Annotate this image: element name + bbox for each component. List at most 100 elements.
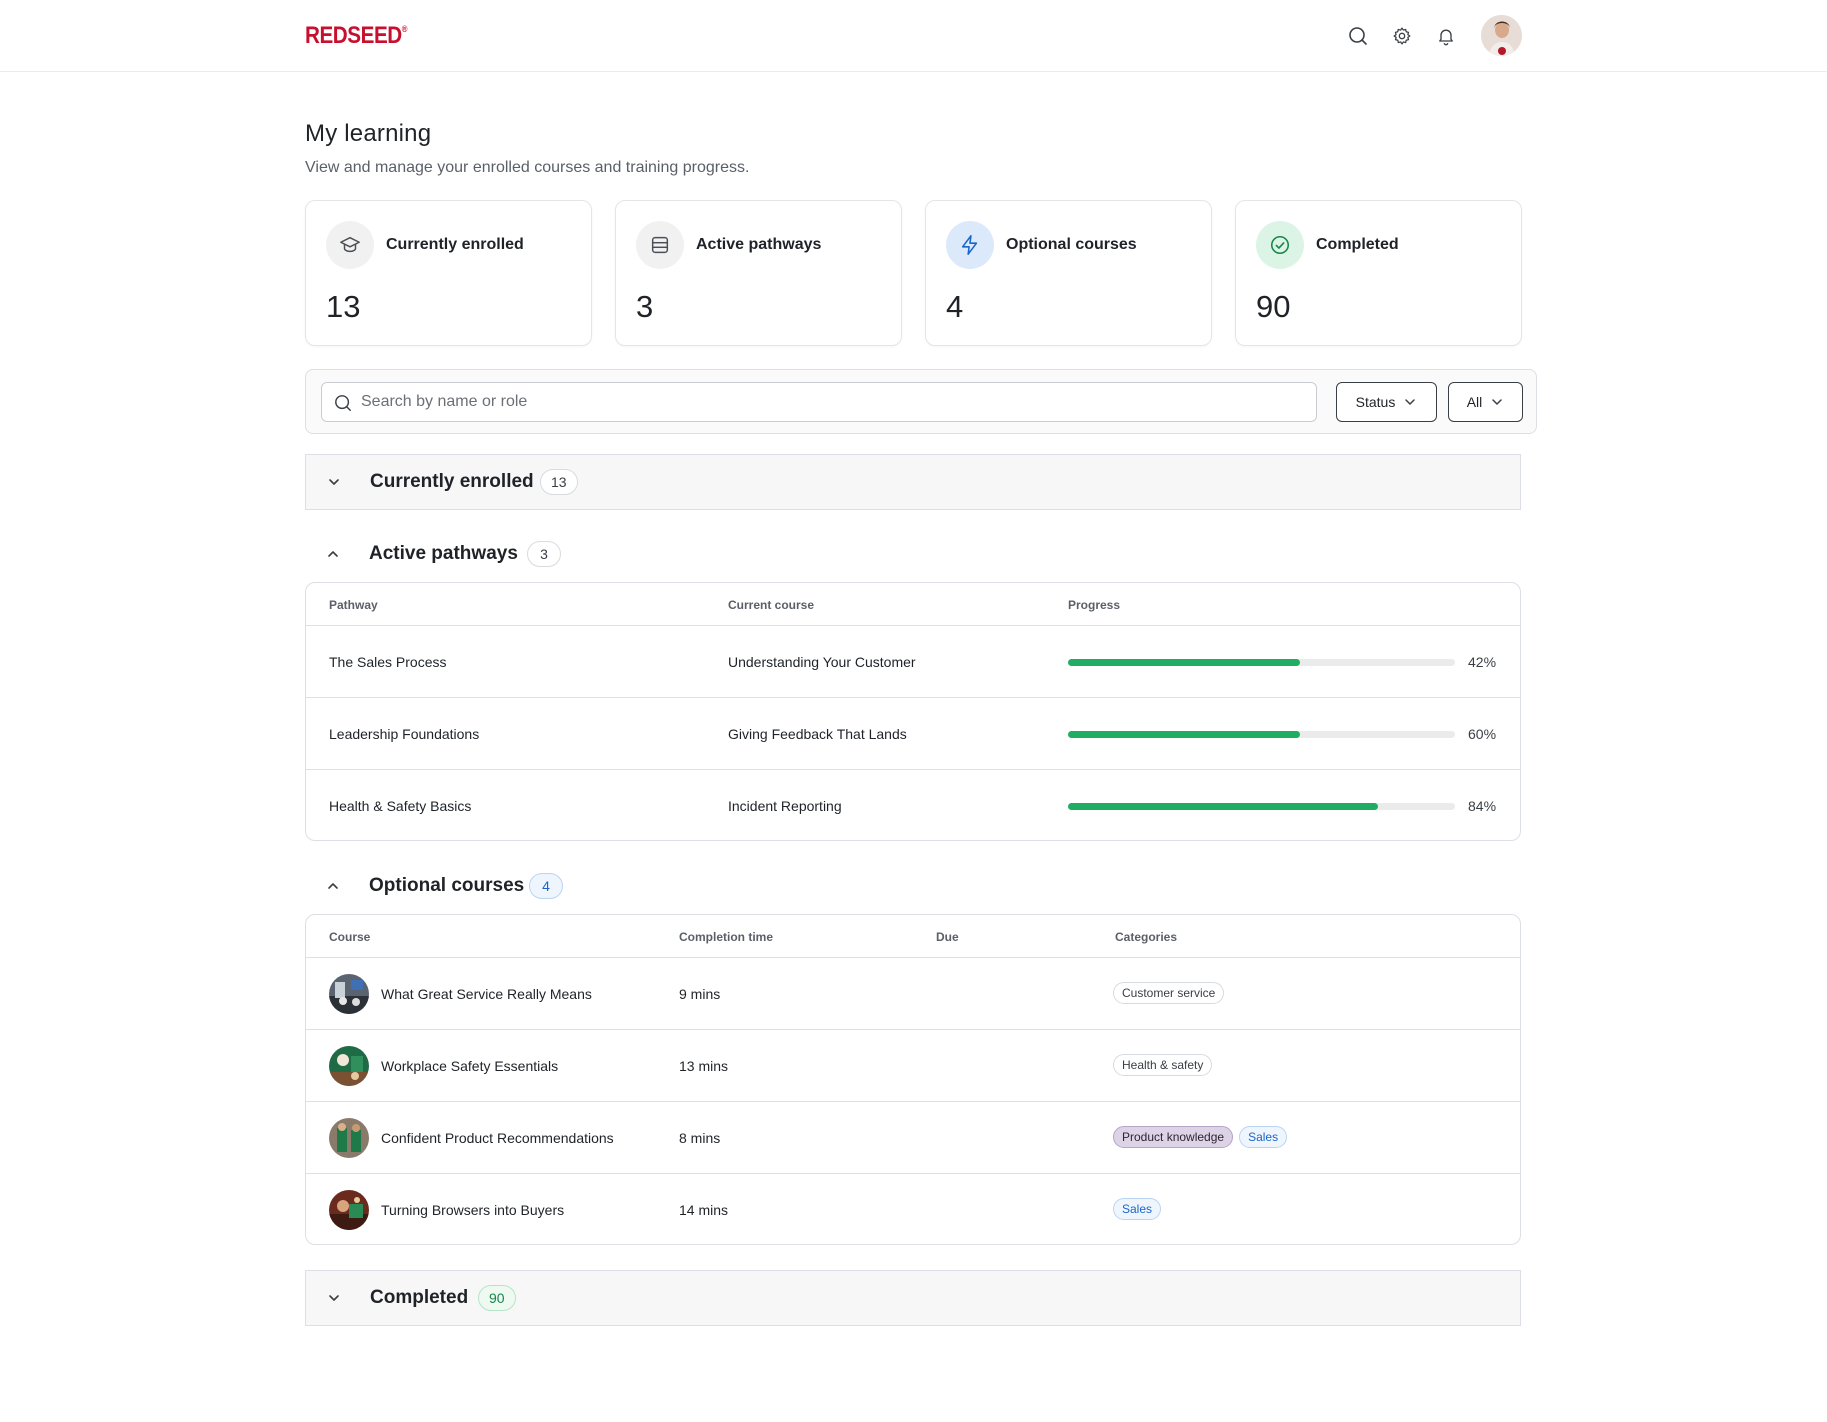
user-avatar[interactable]	[1481, 15, 1522, 56]
pathways-table: Pathway Current course Progress The Sale…	[305, 582, 1521, 841]
stat-card-currently-enrolled: Currently enrolled 13	[305, 200, 592, 346]
table-row[interactable]: Leadership Foundations Giving Feedback T…	[306, 698, 1520, 770]
progress-bar	[1068, 731, 1455, 738]
count-badge: 4	[529, 873, 563, 899]
category-tags: Product knowledge Sales	[1113, 1126, 1288, 1148]
stat-card-active-pathways: Active pathways 3	[615, 200, 902, 346]
filter-bar: Status All	[305, 369, 1537, 434]
completion-time: 8 mins	[679, 1130, 721, 1146]
table-row[interactable]: Workplace Safety Essentials 13 mins Heal…	[306, 1030, 1520, 1102]
category-tag: Sales	[1113, 1198, 1162, 1220]
chevron-down-icon[interactable]	[326, 474, 342, 490]
chevron-down-icon	[1405, 399, 1416, 405]
column-header-pathway: Pathway	[329, 598, 378, 612]
completion-time: 9 mins	[679, 986, 721, 1002]
status-filter-label: Status	[1355, 394, 1396, 410]
table-row[interactable]: The Sales Process Understanding Your Cus…	[306, 626, 1520, 698]
progress-bar-fill	[1068, 803, 1378, 810]
stat-label: Active pathways	[696, 236, 822, 253]
redseed-logo[interactable]: REDSEED®	[305, 22, 407, 50]
table-row[interactable]: What Great Service Really Means 9 mins C…	[306, 958, 1520, 1030]
all-filter-dropdown[interactable]: All	[1448, 382, 1523, 422]
column-header-due: Due	[936, 930, 959, 944]
bell-icon[interactable]	[1432, 22, 1460, 50]
table-row[interactable]: Health & Safety Basics Incident Reportin…	[306, 770, 1520, 840]
top-navigation-bar: REDSEED®	[0, 0, 1827, 72]
course-name: Workplace Safety Essentials	[381, 1058, 559, 1074]
stat-card-optional-courses: Optional courses 4	[925, 200, 1212, 346]
search-icon	[334, 394, 352, 417]
course-thumbnail	[329, 1046, 369, 1086]
check-circle-icon	[1256, 221, 1304, 269]
table-row[interactable]: Turning Browsers into Buyers 14 mins Sal…	[306, 1174, 1520, 1244]
stat-card-completed: Completed 90	[1235, 200, 1522, 346]
chevron-up-icon[interactable]	[325, 878, 341, 894]
table-header: Course Completion time Due Categories	[306, 915, 1520, 958]
page-title: My learning	[305, 120, 432, 147]
stat-value: 90	[1256, 289, 1291, 324]
category-tag: Product knowledge	[1113, 1126, 1234, 1148]
column-header-categories: Categories	[1115, 930, 1178, 944]
course-thumbnail	[329, 974, 369, 1014]
stat-value: 4	[946, 289, 964, 324]
section-optional-courses[interactable]: Optional courses 4	[305, 858, 1521, 914]
category-tag: Sales	[1239, 1126, 1288, 1148]
current-course: Giving Feedback That Lands	[728, 726, 907, 742]
section-title: Completed	[370, 1287, 469, 1308]
gear-icon[interactable]	[1388, 22, 1416, 50]
section-active-pathways[interactable]: Active pathways 3	[305, 526, 1521, 582]
table-row[interactable]: Confident Product Recommendations 8 mins…	[306, 1102, 1520, 1174]
status-filter-dropdown[interactable]: Status	[1336, 382, 1437, 422]
section-completed[interactable]: Completed 90	[305, 1270, 1521, 1326]
graduation-cap-icon	[326, 221, 374, 269]
column-header-progress: Progress	[1068, 598, 1121, 612]
section-title: Active pathways	[369, 543, 518, 564]
category-tag: Customer service	[1113, 982, 1225, 1004]
completion-time: 13 mins	[679, 1058, 729, 1074]
pathway-name: Health & Safety Basics	[329, 798, 472, 814]
current-course: Incident Reporting	[728, 798, 842, 814]
column-header-current-course: Current course	[728, 598, 815, 612]
pathway-name: Leadership Foundations	[329, 726, 480, 742]
layers-icon	[636, 221, 684, 269]
stat-value: 3	[636, 289, 654, 324]
all-filter-label: All	[1466, 394, 1483, 410]
stat-value: 13	[326, 289, 361, 324]
count-badge: 3	[527, 541, 561, 567]
section-currently-enrolled[interactable]: Currently enrolled 13	[305, 454, 1521, 510]
progress-bar-fill	[1068, 659, 1301, 666]
column-header-course: Course	[329, 930, 371, 944]
optional-courses-table: Course Completion time Due Categories Wh…	[305, 914, 1521, 1245]
category-tags: Sales	[1113, 1198, 1162, 1220]
search-icon[interactable]	[1344, 22, 1372, 50]
course-name: Turning Browsers into Buyers	[381, 1202, 565, 1218]
stat-label: Completed	[1316, 236, 1399, 253]
category-tags: Customer service	[1113, 982, 1225, 1004]
section-title: Currently enrolled	[370, 471, 534, 492]
progress-percentage: 42%	[1468, 654, 1497, 670]
category-tags: Health & safety	[1113, 1054, 1213, 1076]
completion-time: 14 mins	[679, 1202, 729, 1218]
progress-percentage: 84%	[1468, 798, 1497, 814]
course-thumbnail	[329, 1118, 369, 1158]
chevron-up-icon[interactable]	[325, 546, 341, 562]
progress-bar	[1068, 659, 1455, 666]
table-header: Pathway Current course Progress	[306, 583, 1520, 626]
course-name: What Great Service Really Means	[381, 986, 592, 1002]
category-tag: Health & safety	[1113, 1054, 1213, 1076]
column-header-completion-time: Completion time	[679, 930, 774, 944]
course-name: Confident Product Recommendations	[381, 1130, 614, 1146]
chevron-down-icon[interactable]	[326, 1290, 342, 1306]
section-title: Optional courses	[369, 875, 525, 896]
lightning-icon	[946, 221, 994, 269]
progress-bar-fill	[1068, 731, 1301, 738]
search-field[interactable]	[321, 382, 1317, 422]
count-badge: 13	[540, 469, 578, 495]
chevron-down-icon	[1492, 399, 1503, 405]
progress-percentage: 60%	[1468, 726, 1497, 742]
search-input[interactable]	[361, 383, 1301, 421]
stat-label: Optional courses	[1006, 236, 1137, 253]
page-subtitle: View and manage your enrolled courses an…	[305, 159, 750, 176]
course-thumbnail	[329, 1190, 369, 1230]
pathway-name: The Sales Process	[329, 654, 447, 670]
